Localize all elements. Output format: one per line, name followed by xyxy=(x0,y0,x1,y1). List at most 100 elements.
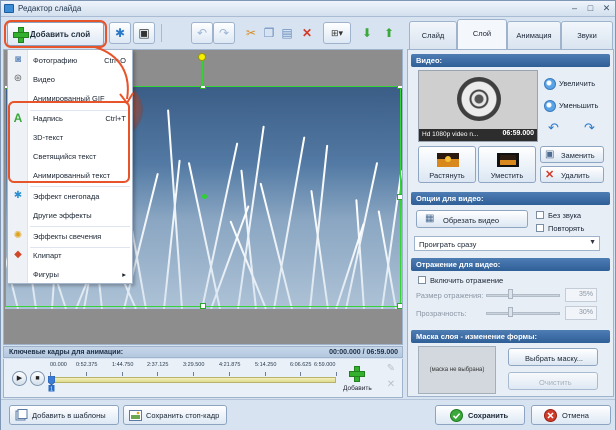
menu-item-glow-effects[interactable]: ✺ Эффекты свечения xyxy=(8,227,132,246)
rotation-handle[interactable] xyxy=(198,53,206,61)
align-dropdown-button[interactable]: ⊞▾ xyxy=(323,22,351,44)
slider-thumb[interactable] xyxy=(508,289,513,299)
zoom-in-icon xyxy=(544,78,556,90)
arrow-down-icon: ⬇ xyxy=(361,26,373,40)
copy-icon: ❐ xyxy=(263,26,275,40)
minimize-button[interactable]: – xyxy=(569,3,580,14)
replace-button[interactable]: ▣ Заменить xyxy=(540,146,604,163)
menu-item-snowfall[interactable]: ✱ Эффект снегопада xyxy=(8,187,132,206)
clear-mask-button[interactable]: Очистить xyxy=(508,372,598,390)
photo-icon: ◙ xyxy=(14,54,22,65)
timeline-track[interactable] xyxy=(50,377,336,383)
stretch-button[interactable]: Растянуть xyxy=(418,146,476,183)
menu-item-other-effects[interactable]: Другие эффекты xyxy=(8,206,132,225)
paste-icon: ▤ xyxy=(281,26,293,40)
no-sound-checkbox[interactable] xyxy=(536,211,544,219)
repeat-label: Повторять xyxy=(548,224,585,233)
cancel-button[interactable]: Отмена xyxy=(531,405,611,425)
resize-handle[interactable] xyxy=(397,194,402,200)
rotate-left-button[interactable]: ↶ xyxy=(548,120,559,135)
anchor-point[interactable] xyxy=(202,194,207,199)
mask-preview[interactable]: (маска не выбрана) xyxy=(418,346,496,394)
reflection-size-label: Размер отражения: xyxy=(416,291,484,300)
scissors-icon: ✂ xyxy=(245,26,257,40)
move-down-button[interactable]: ⬇ xyxy=(359,22,375,44)
playback-mode-select[interactable]: Проиграть сразу ▼ xyxy=(414,236,600,251)
resize-handle[interactable] xyxy=(397,303,402,309)
tab-sounds[interactable]: Звуки xyxy=(561,21,613,49)
menu-item-label: 3D-текст xyxy=(33,133,64,142)
delete-button[interactable]: ✕ xyxy=(299,22,315,44)
stretch-label: Растянуть xyxy=(429,171,465,180)
resize-handle[interactable] xyxy=(200,303,206,309)
slider-thumb[interactable] xyxy=(508,307,513,317)
add-to-templates-label: Добавить в шаблоны xyxy=(32,411,106,420)
undo-button[interactable]: ↶ xyxy=(191,22,213,44)
enable-reflection-checkbox[interactable] xyxy=(418,276,426,284)
play-button[interactable]: ▶ xyxy=(12,371,27,386)
mask-placeholder: (маска не выбрана) xyxy=(429,367,485,373)
zoom-out-button[interactable]: Уменьшить xyxy=(544,100,598,114)
edit-keyframe-button[interactable]: ✎ xyxy=(385,363,397,375)
move-up-button[interactable]: ⬆ xyxy=(381,22,397,44)
image-icon xyxy=(129,410,142,421)
video-thumbnail[interactable]: Hd 1080p video n... 06:59.000 xyxy=(418,70,538,142)
rotate-left-icon: ↶ xyxy=(548,120,559,135)
plus-icon xyxy=(13,27,29,43)
trim-video-button[interactable]: ▦ Обрезать видео xyxy=(416,210,528,228)
save-label: Сохранить xyxy=(468,411,509,420)
grass-stalk xyxy=(167,109,183,309)
zoom-in-button[interactable]: Увеличить xyxy=(544,78,595,92)
add-keyframe-button[interactable]: Добавить xyxy=(341,362,372,395)
menu-item-shapes[interactable]: Фигуры ▸ xyxy=(8,265,132,284)
fit-button[interactable]: Уместить xyxy=(478,146,536,183)
tab-animation[interactable]: Анимация xyxy=(507,21,561,49)
choose-mask-button[interactable]: Выбрать маску... xyxy=(508,348,598,366)
save-frame-button[interactable]: Сохранить стоп-кадр xyxy=(123,405,227,425)
timeline-tick xyxy=(300,372,301,376)
redo-button[interactable]: ↷ xyxy=(213,22,235,44)
menu-item-label: Фигуры xyxy=(33,270,59,279)
resize-handle[interactable] xyxy=(397,86,402,89)
snowflake-icon: ✱ xyxy=(13,190,23,201)
title-bar: Редактор слайда – □ ✕ xyxy=(1,1,615,17)
choose-mask-label: Выбрать маску... xyxy=(525,354,583,363)
keyframes-title: Ключевые кадры для анимации: xyxy=(9,349,124,356)
menu-item-label: Надпись xyxy=(33,114,63,123)
maximize-button[interactable]: □ xyxy=(585,3,596,14)
zoom-out-icon xyxy=(544,100,556,112)
copy-button[interactable]: ❐ xyxy=(261,22,277,44)
paste-button[interactable]: ▤ xyxy=(279,22,295,44)
timeline-tick xyxy=(229,372,230,376)
delete-layer-button[interactable]: ✕ Удалить xyxy=(540,166,604,183)
close-window-button[interactable]: ✕ xyxy=(601,3,612,14)
thumbnail-caption: Hd 1080p video n... 06:59.000 xyxy=(419,129,537,141)
transparency-value[interactable]: 30% xyxy=(565,306,597,320)
stop-button[interactable]: ■ xyxy=(30,371,45,386)
keyframe-marker[interactable]: 1 xyxy=(48,376,55,392)
resize-handle[interactable] xyxy=(200,86,206,89)
menu-item-3d-text[interactable]: 3D-текст xyxy=(8,128,132,147)
menu-item-clipart[interactable]: ◆ Клипарт xyxy=(8,246,132,265)
reflection-size-slider[interactable] xyxy=(486,294,560,297)
save-button[interactable]: Сохранить xyxy=(435,405,525,425)
film-reel-icon xyxy=(457,77,501,121)
delete-layer-label: Удалить xyxy=(561,171,590,180)
play-icon: ▶ xyxy=(16,375,23,382)
menu-item-caption[interactable]: A Надпись Ctrl+T xyxy=(8,109,132,128)
tab-layer[interactable]: Слой xyxy=(457,19,507,50)
menu-item-animated-text[interactable]: Анимированный текст xyxy=(8,166,132,185)
delete-keyframe-button[interactable]: ✕ xyxy=(385,379,397,391)
tab-slide[interactable]: Слайд xyxy=(409,21,457,49)
cut-button[interactable]: ✂ xyxy=(243,22,259,44)
timeline-tick-label: 0:52.375 xyxy=(76,362,98,368)
menu-item-glow-text[interactable]: Светящийся текст xyxy=(8,147,132,166)
keyframe-timeline[interactable]: 00.000 0:52.375 1:44.750 2:37.125 3:29.500 4:… xyxy=(48,362,338,394)
repeat-checkbox[interactable] xyxy=(536,224,544,232)
transparency-slider[interactable] xyxy=(486,312,560,315)
chevron-down-icon: ▼ xyxy=(589,239,596,246)
rotate-right-button[interactable]: ↷ xyxy=(584,120,595,135)
transparency-row: Прозрачность: 30% xyxy=(414,306,604,320)
add-to-templates-button[interactable]: Добавить в шаблоны xyxy=(9,405,119,425)
reflection-size-value[interactable]: 35% xyxy=(565,288,597,302)
